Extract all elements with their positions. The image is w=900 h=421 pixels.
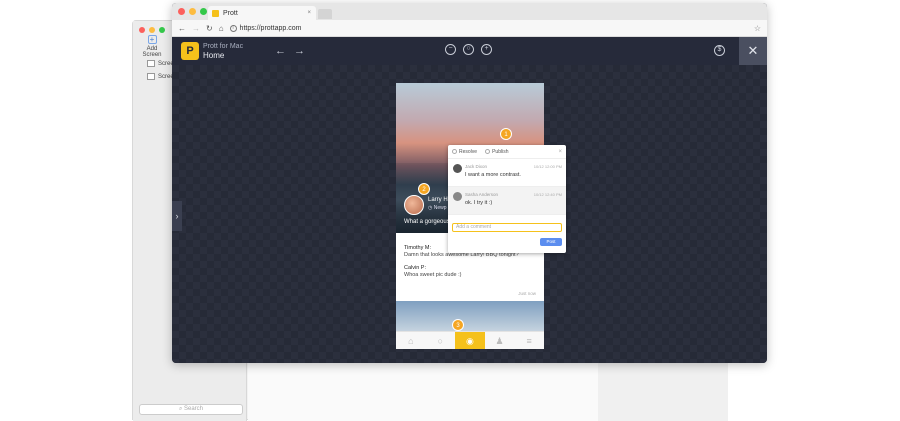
- close-dot-icon[interactable]: [139, 27, 145, 33]
- post-comment-button[interactable]: Post: [540, 238, 562, 246]
- tab-title: Prott: [223, 9, 238, 17]
- message-author: Sasha Anderson: [465, 192, 499, 197]
- minimize-dot-icon[interactable]: [149, 27, 155, 33]
- browser-toolbar: ← → ↻ ⌂ i https://prottapp.com ☆: [172, 20, 767, 37]
- publish-radio[interactable]: Publish: [485, 149, 508, 155]
- home-icon[interactable]: ⌂: [219, 24, 224, 33]
- post-location: ◷ Newp: [428, 205, 447, 211]
- screen-name: Home: [203, 51, 225, 60]
- resolve-radio[interactable]: Resolve: [452, 149, 477, 155]
- comment-pin[interactable]: 3: [452, 319, 464, 331]
- close-preview-button[interactable]: ✕: [739, 37, 767, 65]
- comment-timestamp: Just now: [518, 291, 536, 296]
- new-tab-button[interactable]: [318, 9, 332, 19]
- comment-author: Calvin P:: [404, 265, 427, 271]
- url-text: https://prottapp.com: [239, 24, 302, 32]
- browser-tab[interactable]: Prott ×: [208, 6, 316, 20]
- plus-icon: +: [147, 35, 157, 44]
- screen-list-item[interactable]: Scree: [147, 60, 174, 67]
- message-time: 10/12 12:00 PM: [533, 164, 562, 169]
- resolve-label: Resolve: [459, 148, 478, 155]
- minimize-dot-icon[interactable]: [189, 8, 196, 15]
- avatar: [404, 195, 424, 215]
- next-screen-icon[interactable]: →: [294, 45, 305, 57]
- pricing-icon[interactable]: $: [714, 45, 725, 56]
- browser-window: Prott × ← → ↻ ⌂ i https://prottapp.com ☆…: [172, 3, 767, 363]
- radio-icon: [485, 149, 491, 154]
- comment-thread-message: Sasha Anderson 10/12 12:40 PM ok. I try …: [448, 187, 566, 215]
- browser-tab-bar: Prott ×: [172, 3, 767, 20]
- publish-label: Publish: [492, 148, 509, 155]
- radio-icon: [452, 149, 457, 154]
- settings-tab-icon[interactable]: ≡: [514, 332, 544, 349]
- post-location-text: Newp: [433, 205, 447, 211]
- add-screen-button[interactable]: + Add Screen: [137, 35, 167, 58]
- browser-forward-icon[interactable]: →: [192, 24, 200, 33]
- prott-favicon-icon: [212, 9, 219, 17]
- bookmark-star-icon[interactable]: ☆: [754, 24, 761, 33]
- comment-pin[interactable]: 2: [418, 183, 430, 195]
- search-tab-icon[interactable]: ○: [426, 332, 456, 349]
- preview-workspace: › Larry Ha ◷ Newp What a gorgeous Timoth…: [172, 65, 767, 363]
- comment-text: Whoa sweet pic dude :): [404, 272, 462, 278]
- background-window-controls: [139, 27, 165, 33]
- comment-item: Calvin P: Whoa sweet pic dude :): [404, 265, 461, 279]
- add-screen-label: Add Screen: [142, 46, 162, 58]
- message-time: 10/12 12:40 PM: [533, 192, 562, 197]
- message-author: Jack Dixon: [465, 164, 488, 169]
- home-tab-icon[interactable]: ⌂: [396, 332, 426, 349]
- prott-logo-icon: P: [181, 42, 199, 60]
- avatar: [453, 192, 462, 201]
- prott-header: P Prott for Mac Home ← → − ○ + $ ✕: [172, 37, 767, 65]
- message-text: ok. I try it :): [465, 200, 493, 206]
- tab-close-icon[interactable]: ×: [307, 10, 311, 16]
- site-info-icon[interactable]: i: [229, 24, 237, 32]
- previous-screen-icon[interactable]: ←: [275, 45, 286, 57]
- close-dot-icon[interactable]: [178, 8, 185, 15]
- screen-list-item[interactable]: Scree: [147, 73, 174, 80]
- comment-author: Timothy M:: [404, 245, 431, 251]
- camera-tab-icon[interactable]: ◉: [455, 332, 485, 349]
- search-placeholder: Search: [184, 406, 204, 412]
- sidebar-toggle-button[interactable]: ›: [172, 201, 182, 231]
- reload-icon[interactable]: ↻: [206, 24, 213, 33]
- popup-close-icon[interactable]: ×: [558, 149, 562, 155]
- project-title: Prott for Mac Home: [203, 42, 243, 60]
- zoom-dot-icon[interactable]: [159, 27, 165, 33]
- profile-tab-icon[interactable]: ♟: [485, 332, 515, 349]
- comment-pin[interactable]: 1: [500, 128, 512, 140]
- address-bar[interactable]: i https://prottapp.com ☆: [229, 22, 761, 34]
- screen-thumbnail-icon: [147, 73, 155, 80]
- screen-navigation: ← →: [275, 45, 305, 57]
- post-caption: What a gorgeous: [404, 219, 450, 225]
- zoom-controls: − ○ +: [445, 44, 492, 55]
- zoom-in-icon[interactable]: +: [481, 44, 492, 55]
- app-tab-bar: ⌂ ○ ◉ ♟ ≡: [396, 331, 544, 349]
- comment-popup-header: Resolve Publish ×: [448, 145, 566, 159]
- zoom-out-icon[interactable]: −: [445, 44, 456, 55]
- project-name: Prott for Mac: [203, 43, 244, 50]
- comment-popup: Resolve Publish × Jack Dixon 10/12 12:00…: [448, 145, 566, 253]
- browser-back-icon[interactable]: ←: [178, 24, 186, 33]
- zoom-reset-icon[interactable]: ○: [463, 44, 474, 55]
- window-controls: [178, 8, 207, 15]
- message-text: I want a more contrast.: [465, 172, 521, 178]
- avatar: [453, 164, 462, 173]
- screen-thumbnail-icon: [147, 60, 155, 67]
- comment-input[interactable]: Add a comment: [452, 223, 562, 232]
- sidebar-search-input[interactable]: ⌕ Search: [139, 404, 243, 415]
- comment-thread-message: Jack Dixon 10/12 12:00 PM I want a more …: [448, 159, 566, 187]
- next-post-photo: [396, 301, 544, 331]
- zoom-dot-icon[interactable]: [200, 8, 207, 15]
